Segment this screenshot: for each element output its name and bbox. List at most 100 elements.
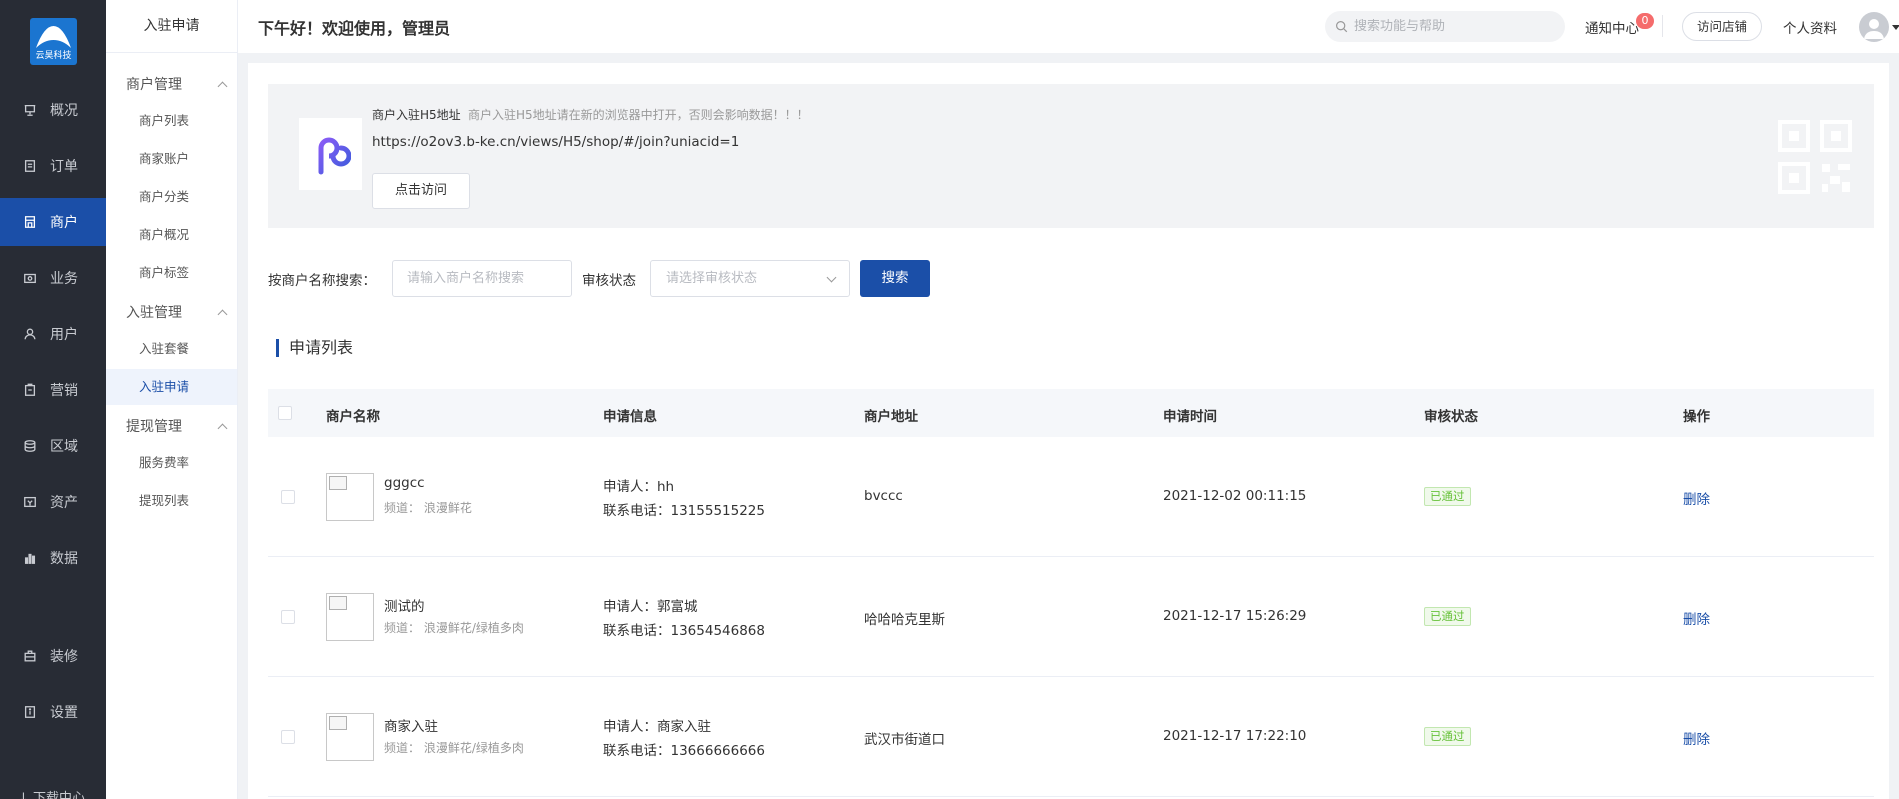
nav-item-region[interactable]: 区域 — [0, 422, 106, 470]
nav-item-settings[interactable]: 设置 — [0, 688, 106, 736]
chevron-down-icon — [826, 272, 837, 283]
delete-button[interactable]: 删除 — [1683, 608, 1710, 628]
audit-status-placeholder: 请选择审核状态 — [666, 271, 758, 286]
chevron-up-icon — [217, 81, 228, 91]
nav-label: 装修 — [50, 649, 78, 665]
nav-item-order[interactable]: 订单 — [0, 142, 106, 190]
search-input[interactable] — [1354, 19, 1554, 34]
link-icon — [318, 137, 351, 175]
nav-label: 概况 — [50, 103, 78, 119]
column-header-application-time: 申请时间 — [1163, 409, 1217, 425]
nav-item-asset[interactable]: 资产 — [0, 478, 106, 526]
top-header: 下午好！欢迎使用，管理员 通知中心 0 访问店铺 个人资料 — [238, 0, 1899, 53]
subnav-item-merchant-overview[interactable]: 商户概况 — [106, 217, 237, 253]
select-all-checkbox[interactable] — [278, 406, 292, 420]
merchant-name: 商家入驻 — [384, 719, 438, 735]
delete-button[interactable]: 删除 — [1683, 488, 1710, 508]
subnav-group-label: 入驻管理 — [126, 305, 182, 321]
nav-label: 设置 — [50, 705, 78, 721]
applicant-name: 申请人：商家入驻 — [603, 719, 711, 735]
application-time: 2021-12-02 00:11:15 — [1163, 488, 1307, 504]
merchant-icon — [22, 214, 38, 230]
row-checkbox[interactable] — [281, 490, 295, 504]
merchant-address: 武汉市街道口 — [864, 732, 945, 748]
merchant-thumbnail — [326, 593, 374, 641]
visit-store-button[interactable]: 访问店铺 — [1682, 12, 1762, 41]
header-divider — [1662, 15, 1663, 37]
caret-down-icon[interactable] — [1892, 25, 1899, 30]
subnav-group-label: 商户管理 — [126, 77, 182, 93]
nav-item-data[interactable]: 数据 — [0, 534, 106, 582]
greeting-text: 下午好！欢迎使用，管理员 — [258, 19, 451, 38]
nav-item-business[interactable]: 业务 — [0, 254, 106, 302]
audit-status-select[interactable]: 请选择审核状态 — [650, 260, 850, 297]
h5-address-banner: 商户入驻H5地址 商户入驻H5地址请在新的浏览器中打开，否则会影响数据！！！ h… — [268, 84, 1874, 228]
merchant-name-search-label: 按商户名称搜索： — [268, 273, 376, 289]
applicant-phone: 联系电话：13654546868 — [603, 623, 765, 639]
table-row: gggcc 频道： 浪漫鲜花 申请人：hh 联系电话：13155515225 b… — [268, 437, 1874, 557]
merchant-thumbnail — [326, 713, 374, 761]
table-row: 测试的 频道： 浪漫鲜花/绿植多肉 申请人：郭富城 联系电话：136545468… — [268, 557, 1874, 677]
profile-link[interactable]: 个人资料 — [1783, 17, 1837, 37]
nav-item-overview[interactable]: 概况 — [0, 86, 106, 134]
nav-label: 业务 — [50, 271, 78, 287]
subnav-group-join-management[interactable]: 入驻管理 — [126, 302, 228, 322]
delete-button[interactable]: 删除 — [1683, 728, 1710, 748]
settings-icon — [22, 704, 38, 720]
row-checkbox[interactable] — [281, 610, 295, 624]
brand-logo[interactable]: 云昊科技 — [30, 18, 77, 65]
notification-center-link[interactable]: 通知中心 — [1585, 17, 1639, 37]
avatar[interactable] — [1859, 12, 1889, 42]
application-time: 2021-12-17 17:22:10 — [1163, 728, 1307, 744]
row-checkbox[interactable] — [281, 730, 295, 744]
nav-item-user[interactable]: 用户 — [0, 310, 106, 358]
merchant-address: bvccc — [864, 488, 903, 504]
search-button[interactable]: 搜索 — [860, 260, 930, 297]
subnav-item-merchant-category[interactable]: 商户分类 — [106, 179, 237, 215]
qrcode-icon[interactable] — [1776, 118, 1854, 196]
nav-item-decorate[interactable]: 装修 — [0, 632, 106, 680]
subnav-group-label: 提现管理 — [126, 419, 182, 435]
application-time: 2021-12-17 15:26:29 — [1163, 608, 1307, 624]
subnav-item-withdraw-list[interactable]: 提现列表 — [106, 483, 237, 519]
nav-label: 资产 — [50, 495, 78, 511]
subnav-title: 入驻申请 — [106, 0, 237, 53]
subnav-group-merchant-management[interactable]: 商户管理 — [126, 74, 228, 94]
merchant-name: gggcc — [384, 475, 425, 491]
broken-image-icon — [329, 476, 347, 490]
overview-icon — [22, 102, 38, 118]
nav-item-merchant[interactable]: 商户 — [0, 198, 106, 246]
chevron-up-icon — [217, 423, 228, 433]
subnav-item-merchant-list[interactable]: 商户列表 — [106, 103, 237, 139]
nav-label: 区域 — [50, 439, 78, 455]
global-search[interactable] — [1325, 11, 1565, 42]
nav-item-marketing[interactable]: 营销 — [0, 366, 106, 414]
table-header: 商户名称 申请信息 商户地址 申请时间 审核状态 操作 — [268, 389, 1874, 437]
merchant-address: 哈哈哈克里斯 — [864, 612, 945, 628]
merchant-name-search-input[interactable] — [392, 260, 572, 297]
brand-logo-text: 云昊科技 — [35, 51, 72, 61]
asset-icon — [22, 494, 38, 510]
main-content: 商户入驻H5地址 商户入驻H5地址请在新的浏览器中打开，否则会影响数据！！！ h… — [248, 63, 1889, 799]
merchant-name: 测试的 — [384, 599, 425, 615]
notification-count-badge: 0 — [1636, 13, 1654, 29]
download-center-link[interactable]: ↓ 下载中心 — [18, 787, 85, 799]
subnav-item-service-rate[interactable]: 服务费率 — [106, 445, 237, 481]
applicant-phone: 联系电话：13155515225 — [603, 503, 765, 519]
banner-tip: 商户入驻H5地址请在新的浏览器中打开，否则会影响数据！！！ — [468, 108, 809, 122]
nav-label: 订单 — [50, 159, 78, 175]
marketing-icon — [22, 382, 38, 398]
column-header-actions: 操作 — [1683, 409, 1710, 425]
visit-link-button[interactable]: 点击访问 — [372, 173, 470, 209]
subnav-item-merchant-tags[interactable]: 商户标签 — [106, 255, 237, 291]
subnav-item-merchant-account[interactable]: 商家账户 — [106, 141, 237, 177]
subnav-group-withdraw-management[interactable]: 提现管理 — [126, 416, 228, 436]
merchant-thumbnail — [326, 473, 374, 521]
table-row: 商家入驻 频道： 浪漫鲜花/绿植多肉 申请人：商家入驻 联系电话：1366666… — [268, 677, 1874, 797]
applicant-name: 申请人：hh — [603, 479, 675, 495]
subnav-item-join-application[interactable]: 入驻申请 — [106, 369, 237, 405]
merchant-channel: 频道： 浪漫鲜花/绿植多肉 — [384, 621, 524, 635]
nav-label: 数据 — [50, 551, 78, 567]
subnav-item-join-package[interactable]: 入驻套餐 — [106, 331, 237, 367]
banner-title: 商户入驻H5地址 — [372, 108, 461, 122]
